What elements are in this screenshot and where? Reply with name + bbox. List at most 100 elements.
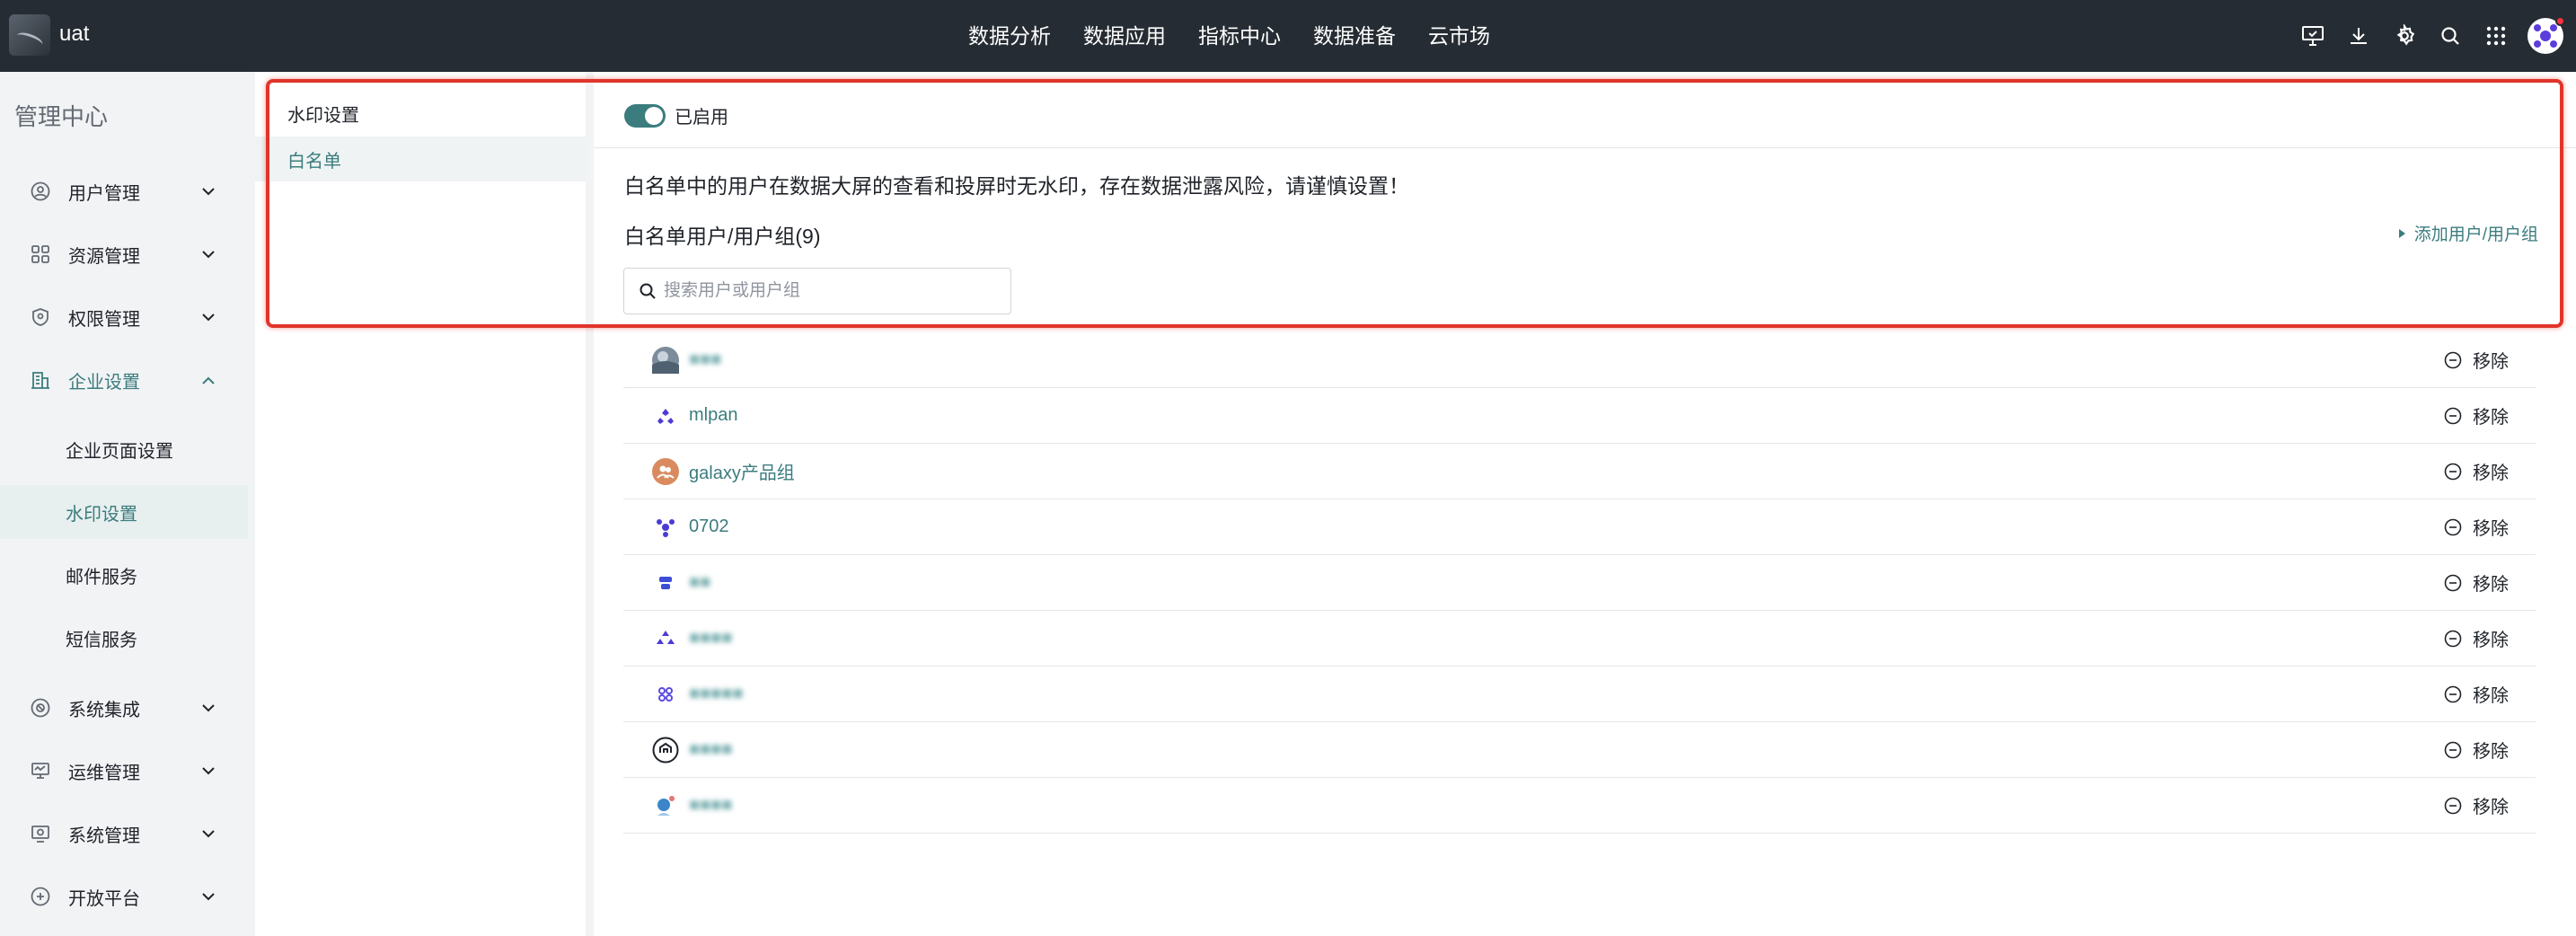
avatar	[652, 625, 679, 652]
notification-dot	[2555, 16, 2565, 26]
toggle-label: 已启用	[675, 108, 728, 128]
remove-button[interactable]: 移除	[2444, 347, 2509, 373]
minus-circle-icon	[2444, 741, 2462, 758]
remove-button[interactable]: 移除	[2444, 625, 2509, 651]
row-name[interactable]: ■■■■	[689, 795, 732, 816]
nav-cloud-market[interactable]: 云市场	[1412, 0, 1506, 72]
subitem-label: 邮件服务	[66, 567, 137, 587]
sidebar-subitem-sms[interactable]: 短信服务	[0, 611, 248, 665]
settings-subpanel: 水印设置 白名单	[255, 72, 586, 936]
shield-icon	[31, 307, 50, 327]
sidebar-subitem-watermark[interactable]: 水印设置	[0, 485, 248, 539]
remove-label: 移除	[2473, 408, 2509, 428]
sidebar-item-ops[interactable]: 运维管理	[0, 744, 248, 798]
chevron-down-icon	[201, 826, 216, 841]
sidebar-subitem-enterprise-page[interactable]: 企业页面设置	[0, 422, 248, 476]
download-icon[interactable]	[2344, 22, 2372, 50]
whitelist-title: 白名单用户/用户组(9)	[624, 225, 821, 248]
remove-label: 移除	[2473, 686, 2509, 706]
remove-button[interactable]: 移除	[2444, 402, 2509, 428]
sidebar-item-system[interactable]: 系统管理	[0, 807, 248, 861]
avatar	[652, 458, 679, 485]
sidebar-subitem-email[interactable]: 邮件服务	[0, 548, 248, 602]
user-icon	[31, 181, 50, 201]
sidebar: 管理中心 用户管理 资源管理 权限管理 企业设置 企业页面设置 水印设置 邮件服…	[0, 72, 248, 936]
remove-button[interactable]: 移除	[2444, 737, 2509, 763]
avatar	[652, 514, 679, 541]
row-name[interactable]: galaxy产品组	[689, 458, 795, 484]
user-avatar[interactable]	[2527, 16, 2565, 54]
nav-data-analysis[interactable]: 数据分析	[952, 0, 1067, 72]
search-icon	[639, 282, 657, 305]
search-box	[623, 268, 1011, 314]
add-label: 添加用户/用户组	[2413, 225, 2538, 244]
top-nav: 数据分析 数据应用 指标中心 数据准备 云市场	[952, 0, 1506, 72]
app-name: uat	[59, 22, 90, 46]
remove-label: 移除	[2473, 575, 2509, 595]
minus-circle-icon	[2444, 797, 2462, 814]
top-bar: uat 数据分析 数据应用 指标中心 数据准备 云市场	[0, 0, 2576, 72]
chevron-down-icon	[201, 247, 216, 261]
sidebar-item-resources[interactable]: 资源管理	[0, 227, 248, 281]
add-user-group-button[interactable]: 添加用户/用户组	[2398, 221, 2538, 245]
subpanel-item-watermark-settings[interactable]: 水印设置	[255, 91, 586, 136]
search-icon[interactable]	[2436, 22, 2464, 50]
table-row: ■■■■ 移除	[623, 778, 2536, 834]
system-icon	[31, 824, 50, 843]
enable-switch[interactable]	[624, 103, 666, 128]
sidebar-item-permissions[interactable]: 权限管理	[0, 290, 248, 344]
avatar	[652, 737, 679, 764]
sidebar-item-enterprise-settings[interactable]: 企业设置	[0, 353, 248, 407]
sidebar-item-label: 资源管理	[68, 246, 140, 267]
divider	[594, 147, 2576, 148]
minus-circle-icon	[2444, 630, 2462, 647]
avatar	[652, 681, 679, 708]
table-row: ■■■■■ 移除	[623, 667, 2536, 722]
sidebar-item-users[interactable]: 用户管理	[0, 164, 248, 218]
search-input[interactable]	[664, 281, 996, 301]
row-name[interactable]: ■■■	[689, 349, 721, 370]
remove-label: 移除	[2473, 631, 2509, 650]
sidebar-item-open-platform[interactable]: 开放平台	[0, 870, 248, 923]
nav-data-apps[interactable]: 数据应用	[1067, 0, 1182, 72]
gear-icon[interactable]	[2390, 22, 2418, 50]
chevron-down-icon	[201, 889, 216, 904]
remove-button[interactable]: 移除	[2444, 792, 2509, 818]
remove-label: 移除	[2473, 519, 2509, 539]
nav-metrics-center[interactable]: 指标中心	[1182, 0, 1297, 72]
table-row: ■■■■ 移除	[623, 611, 2536, 667]
apps-grid-icon[interactable]	[2482, 22, 2510, 50]
row-name[interactable]: 0702	[689, 517, 729, 537]
row-name[interactable]: ■■	[689, 572, 710, 593]
sidebar-item-integration[interactable]: 系统集成	[0, 681, 248, 735]
remove-button[interactable]: 移除	[2444, 570, 2509, 596]
remove-button[interactable]: 移除	[2444, 514, 2509, 540]
screen-icon[interactable]	[2298, 22, 2326, 50]
chevron-down-icon	[201, 184, 216, 199]
minus-circle-icon	[2444, 574, 2462, 591]
minus-circle-icon	[2444, 518, 2462, 535]
remove-label: 移除	[2473, 352, 2509, 372]
sidebar-item-label: 运维管理	[68, 763, 140, 783]
chevron-down-icon	[201, 764, 216, 778]
remove-button[interactable]: 移除	[2444, 681, 2509, 707]
sidebar-item-label: 开放平台	[68, 888, 140, 909]
building-icon	[31, 370, 50, 390]
row-name[interactable]: mlpan	[689, 405, 737, 426]
subitem-label: 水印设置	[66, 504, 137, 525]
chevron-down-icon	[201, 701, 216, 715]
row-name[interactable]: ■■■■	[689, 739, 732, 760]
row-name[interactable]: ■■■■	[689, 628, 732, 649]
subitem-label: 企业页面设置	[66, 441, 173, 462]
sidebar-item-label: 企业设置	[68, 372, 140, 393]
nav-data-prep[interactable]: 数据准备	[1297, 0, 1412, 72]
chevron-down-icon	[201, 310, 216, 324]
avatar	[652, 792, 679, 819]
table-row: ■■ 移除	[623, 555, 2536, 611]
row-name[interactable]: ■■■■■	[689, 684, 743, 704]
top-icons	[2298, 0, 2565, 72]
remove-label: 移除	[2473, 742, 2509, 762]
subpanel-item-whitelist[interactable]: 白名单	[255, 137, 586, 181]
remove-button[interactable]: 移除	[2444, 458, 2509, 484]
app-logo[interactable]	[9, 14, 50, 56]
